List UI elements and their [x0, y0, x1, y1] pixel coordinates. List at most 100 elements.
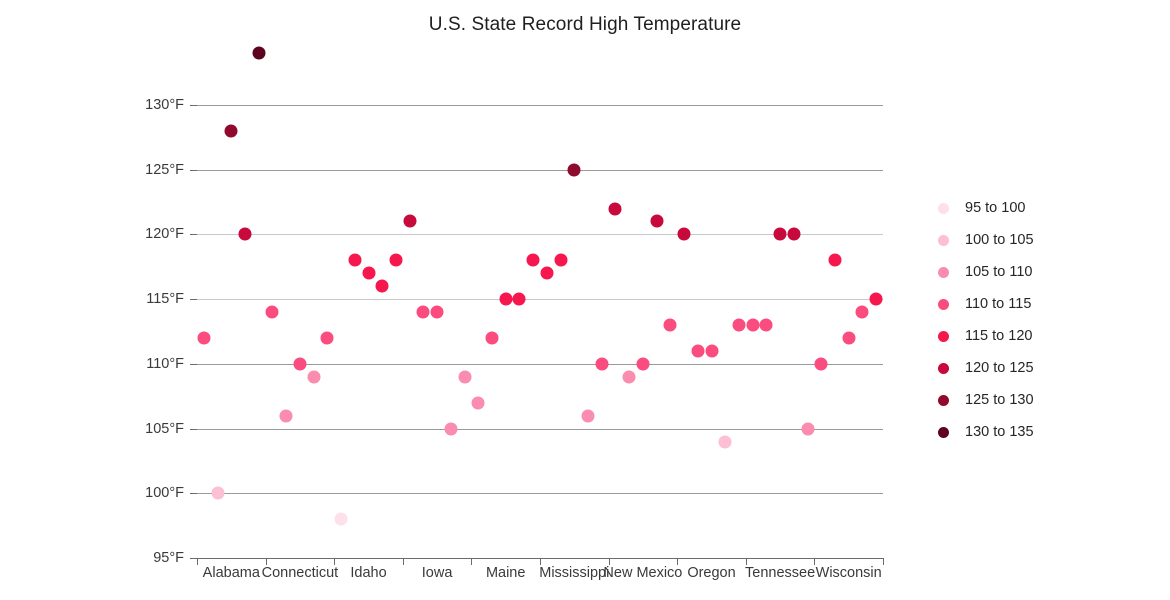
y-axis-tick-label: 115°F: [146, 291, 184, 308]
scatter-point[interactable]: [499, 292, 513, 306]
scatter-point[interactable]: [595, 357, 609, 371]
y-axis-tick-label: 110°F: [146, 355, 184, 372]
legend-item-label: 125 to 130: [965, 392, 1034, 408]
scatter-point[interactable]: [512, 292, 526, 306]
x-axis-tick-label: Wisconsin: [815, 565, 882, 581]
y-axis-tick: [190, 363, 197, 365]
scatter-point[interactable]: [526, 253, 540, 267]
scatter-point[interactable]: [567, 163, 581, 177]
x-axis-tick-label: Tennessee: [745, 565, 816, 581]
scatter-point[interactable]: [444, 422, 458, 436]
scatter-point[interactable]: [403, 214, 417, 228]
scatter-point[interactable]: [759, 318, 773, 332]
scatter-point[interactable]: [650, 214, 664, 228]
scatter-point[interactable]: [787, 227, 801, 241]
chart-root: U.S. State Record High Temperature 95°F 1…: [0, 0, 1170, 600]
legend-item-label: 130 to 135: [965, 424, 1034, 440]
scatter-point[interactable]: [224, 124, 238, 138]
legend-item[interactable]: 95 to 100: [938, 192, 1034, 224]
x-axis-tick-label: Alabama: [202, 565, 260, 581]
x-axis-tick-label: Maine: [485, 565, 526, 581]
legend-item[interactable]: 110 to 115: [938, 288, 1034, 320]
legend-item[interactable]: 100 to 105: [938, 224, 1034, 256]
scatter-point[interactable]: [705, 344, 718, 358]
scatter-point[interactable]: [663, 318, 677, 332]
x-axis-tick: [265, 558, 267, 565]
scatter-point[interactable]: [622, 370, 636, 384]
x-axis-tick: [883, 558, 884, 565]
y-axis-tick: [190, 493, 197, 495]
scatter-point[interactable]: [718, 435, 732, 448]
scatter-point[interactable]: [746, 318, 760, 332]
y-axis-tick-label: 130°F: [145, 97, 184, 113]
legend-item-label: 115 to 120: [965, 328, 1033, 344]
legend-item-label: 105 to 110: [965, 264, 1033, 280]
scatter-point[interactable]: [677, 227, 691, 241]
legend-item[interactable]: 105 to 110: [938, 256, 1034, 288]
legend-item[interactable]: 115 to 120: [938, 320, 1034, 352]
scatter-point[interactable]: [828, 253, 842, 267]
scatter-point[interactable]: [485, 331, 499, 345]
scatter-point[interactable]: [334, 512, 348, 526]
scatter-point[interactable]: [293, 357, 307, 371]
scatter-point[interactable]: [773, 227, 787, 241]
legend-item[interactable]: 120 to 125: [938, 352, 1034, 384]
legend-swatch-icon: [938, 202, 949, 214]
gridline: [197, 428, 883, 430]
scatter-point[interactable]: [348, 253, 362, 267]
scatter-point[interactable]: [362, 266, 375, 280]
scatter-point[interactable]: [252, 46, 266, 60]
x-axis-tick: [402, 558, 404, 565]
scatter-point[interactable]: [197, 331, 211, 345]
legend-item[interactable]: 125 to 130: [938, 384, 1034, 416]
legend-item-label: 110 to 115: [965, 296, 1032, 312]
scatter-point[interactable]: [814, 357, 828, 371]
x-axis-tick: [745, 558, 747, 565]
scatter-point[interactable]: [279, 409, 293, 423]
x-axis-tick-label: Idaho: [350, 565, 387, 581]
legend-item-label: 95 to 100: [965, 200, 1026, 216]
scatter-point[interactable]: [307, 370, 321, 384]
gridline: [197, 493, 883, 495]
scatter-point[interactable]: [375, 279, 389, 293]
scatter-point[interactable]: [581, 409, 595, 423]
legend-item[interactable]: 130 to 135: [938, 416, 1034, 448]
scatter-point[interactable]: [608, 202, 622, 216]
scatter-point[interactable]: [211, 486, 225, 500]
scatter-point[interactable]: [869, 292, 883, 306]
legend-swatch-icon: [938, 426, 949, 438]
scatter-point[interactable]: [471, 396, 485, 410]
scatter-point[interactable]: [801, 422, 815, 436]
scatter-point[interactable]: [554, 253, 568, 267]
scatter-point[interactable]: [842, 331, 856, 345]
scatter-point[interactable]: [430, 305, 444, 319]
scatter-point[interactable]: [540, 266, 554, 280]
scatter-point[interactable]: [416, 305, 430, 319]
gridline: [197, 105, 883, 106]
scatter-point[interactable]: [732, 318, 746, 332]
y-axis-tick: [190, 428, 197, 430]
legend-swatch-icon: [938, 394, 949, 406]
y-axis-labels: 95°F 100°F 105°F 110°F 115°F 120°F 125°F 130°F: [122, 0, 184, 600]
x-axis-tick: [814, 558, 816, 565]
scatter-point[interactable]: [855, 305, 869, 319]
x-axis-tick: [608, 558, 610, 565]
x-axis-tick: [677, 558, 679, 565]
legend-swatch-icon: [938, 362, 949, 374]
scatter-point[interactable]: [238, 227, 252, 241]
x-axis-tick-label: Connecticut: [261, 565, 339, 581]
scatter-point[interactable]: [265, 305, 279, 319]
x-axis-tick: [540, 558, 541, 565]
x-axis-tick-label: Mississippi: [539, 565, 610, 581]
x-axis-tick: [334, 558, 336, 565]
scatter-point[interactable]: [320, 331, 334, 345]
y-axis-tick: [190, 105, 197, 106]
legend-item-label: 120 to 125: [965, 360, 1034, 376]
y-axis-tick: [190, 169, 197, 171]
scatter-point[interactable]: [691, 344, 705, 358]
legend-item-label: 100 to 105: [965, 232, 1034, 248]
scatter-point[interactable]: [458, 370, 472, 384]
scatter-point[interactable]: [389, 253, 403, 267]
scatter-point[interactable]: [636, 357, 650, 371]
y-axis-tick-label: 95°F: [153, 550, 184, 566]
